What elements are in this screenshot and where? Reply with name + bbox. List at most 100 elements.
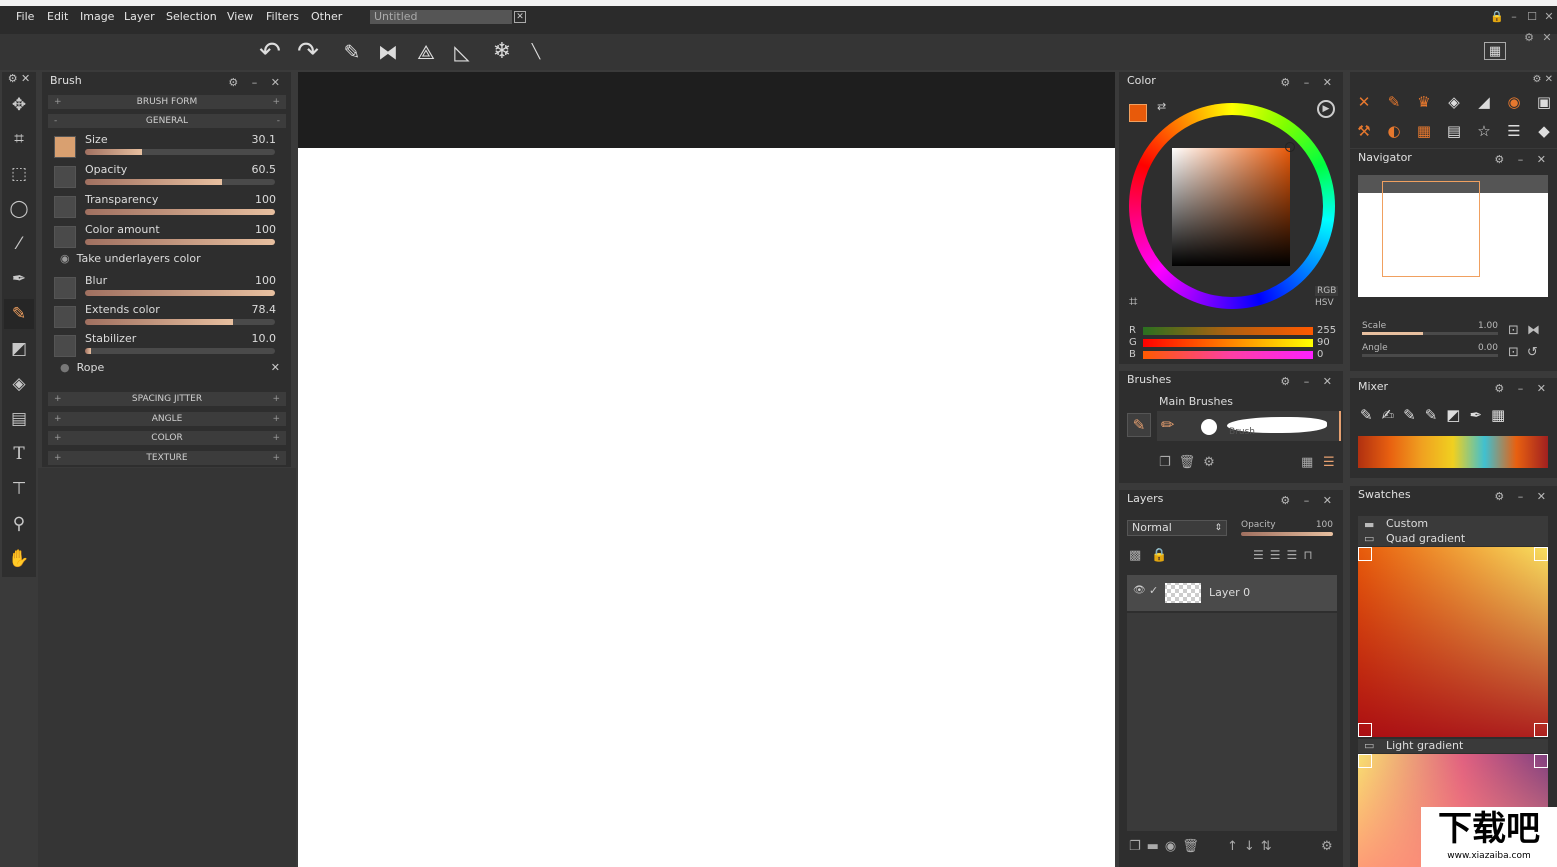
crown-icon[interactable]: ♛ bbox=[1412, 90, 1436, 114]
maximize-icon[interactable]: ☐ bbox=[1526, 11, 1538, 23]
menu-image[interactable]: Image bbox=[80, 10, 114, 23]
gradient-icon[interactable]: ◢ bbox=[1472, 90, 1496, 114]
lock-icon[interactable]: 🔒 bbox=[1490, 11, 1504, 23]
swatch-folder-custom[interactable]: Custom bbox=[1386, 517, 1428, 530]
section-general[interactable]: - GENERAL - bbox=[48, 114, 286, 128]
corner-swatch[interactable] bbox=[1534, 723, 1548, 737]
drawing-canvas[interactable] bbox=[298, 148, 1115, 867]
star-icon[interactable]: ☆ bbox=[1472, 119, 1496, 143]
mixer-tools-icon[interactable]: ✎✍✎✎◩✒▦ bbox=[1360, 406, 1514, 424]
scale-track[interactable] bbox=[1362, 332, 1498, 335]
section-brush-form[interactable]: + BRUSH FORM + bbox=[48, 95, 286, 109]
brush-settings-icon[interactable]: ✎ bbox=[1382, 90, 1406, 114]
menu-other[interactable]: Other bbox=[311, 10, 342, 23]
brush-icon[interactable]: ✎ bbox=[4, 299, 34, 329]
reset-rotate-icon[interactable]: ⊡↺ bbox=[1508, 345, 1546, 360]
menu-filters[interactable]: Filters bbox=[266, 10, 299, 23]
grid-view-icon[interactable]: ▦ bbox=[1301, 455, 1313, 470]
perspective-icon[interactable]: ⟁ bbox=[410, 36, 442, 68]
slider-track[interactable] bbox=[85, 348, 275, 354]
scale-slider[interactable]: Scale 1.00 bbox=[1362, 321, 1498, 335]
color-picker-cursor[interactable] bbox=[1285, 142, 1295, 152]
layer-opacity-slider[interactable]: Opacity 100 bbox=[1239, 520, 1335, 536]
mode-rgb[interactable]: RGB bbox=[1315, 286, 1339, 296]
opacity-track[interactable] bbox=[1241, 532, 1333, 536]
gpu-icon[interactable]: ▦ bbox=[1484, 42, 1506, 60]
mandala-icon[interactable]: ❄ bbox=[486, 36, 518, 68]
text-tool-icon[interactable]: T bbox=[4, 439, 34, 469]
swatch-grid-icon[interactable]: ▦ bbox=[1412, 119, 1436, 143]
redo-icon[interactable]: ↷ bbox=[292, 36, 324, 68]
layer-align-icon[interactable]: ☰☰☰⊓ bbox=[1253, 548, 1319, 562]
panel-controls-icon[interactable]: ⚙ – ✕ bbox=[1494, 488, 1551, 506]
close-icon[interactable]: ✕ bbox=[514, 11, 526, 23]
lock-icon[interactable]: 🔒 bbox=[1151, 548, 1167, 563]
corner-swatch[interactable] bbox=[1534, 754, 1548, 768]
list-view-icon[interactable]: ☰ bbox=[1323, 455, 1335, 470]
slider-opacity[interactable]: Opacity 60.5 bbox=[52, 162, 280, 188]
angle-track[interactable] bbox=[1362, 354, 1498, 357]
line-icon[interactable]: ╲ bbox=[520, 36, 552, 68]
section-spacing-jitter[interactable]: + SPACING JITTER + bbox=[48, 392, 286, 406]
corner-swatch[interactable] bbox=[1534, 547, 1548, 561]
panel-controls-icon[interactable]: ⚙ – ✕ bbox=[1494, 151, 1551, 169]
window-close-icon[interactable]: ✕ bbox=[1543, 11, 1555, 23]
palette-icon[interactable]: ◐ bbox=[1382, 119, 1406, 143]
mode-hsv[interactable]: HSV bbox=[1315, 298, 1334, 308]
layer-row[interactable]: 👁 ✓ Layer 0 bbox=[1127, 575, 1337, 611]
crop-tool-icon[interactable]: ⌗ bbox=[4, 124, 34, 154]
download-icon[interactable] bbox=[54, 136, 76, 158]
panel-controls-icon[interactable]: ⚙ ✕ bbox=[1532, 74, 1553, 85]
quad-gradient-swatches[interactable] bbox=[1358, 547, 1548, 737]
navigator-preview[interactable] bbox=[1358, 175, 1548, 297]
menu-file[interactable]: File bbox=[16, 10, 34, 23]
folder-icon[interactable]: ▬ bbox=[1364, 518, 1374, 531]
checkbox-icon[interactable] bbox=[54, 196, 76, 218]
layer-actions-icon[interactable]: ❐▬◉🗑 bbox=[1129, 839, 1205, 854]
brush-category-icon[interactable]: ✎ bbox=[1127, 413, 1151, 437]
magic-wand-icon[interactable]: ⁄ bbox=[4, 229, 34, 259]
menu-edit[interactable]: Edit bbox=[47, 10, 68, 23]
slider-transparency[interactable]: Transparency 100 bbox=[52, 192, 280, 218]
document-tab[interactable]: Untitled bbox=[370, 10, 512, 24]
paint-roller-icon[interactable]: ⊤ bbox=[4, 474, 34, 504]
blend-mode-select[interactable]: Normal ⇕ bbox=[1127, 520, 1227, 536]
section-color[interactable]: + COLOR + bbox=[48, 431, 286, 445]
slider-size[interactable]: Size 30.1 bbox=[52, 132, 280, 158]
navigator-viewport[interactable] bbox=[1382, 181, 1480, 277]
layer-stack-icon[interactable]: ◆ bbox=[1532, 119, 1556, 143]
ruler-icon[interactable]: ◺ bbox=[446, 36, 478, 68]
panel-controls-icon[interactable]: ⚙ – ✕ bbox=[1494, 380, 1551, 398]
take-underlayers-option[interactable]: ◉ Take underlayers color bbox=[60, 252, 201, 265]
slider-stabilizer[interactable]: Stabilizer 10.0 bbox=[52, 331, 280, 357]
swatch-folder-quad[interactable]: Quad gradient bbox=[1386, 532, 1465, 545]
move-layer-icon[interactable]: ↑↓⇅ bbox=[1227, 839, 1278, 854]
slider-track[interactable] bbox=[85, 149, 275, 155]
green-channel[interactable]: G 90 bbox=[1129, 337, 1330, 348]
slider-color-amount[interactable]: Color amount 100 bbox=[52, 222, 280, 248]
mixer-canvas[interactable] bbox=[1358, 436, 1548, 468]
move-tool-icon[interactable]: ✥ bbox=[4, 90, 34, 120]
corner-swatch[interactable] bbox=[1358, 547, 1372, 561]
notes-icon[interactable]: ▤ bbox=[1442, 119, 1466, 143]
gear-icon[interactable]: ⚙ bbox=[1523, 32, 1535, 44]
hand-icon[interactable]: ✋ bbox=[4, 544, 34, 574]
zoom-icon[interactable]: ⚲ bbox=[4, 509, 34, 539]
blue-channel[interactable]: B 0 bbox=[1129, 349, 1323, 360]
hammer-icon[interactable]: ⚒ bbox=[1352, 119, 1376, 143]
panel-controls-icon[interactable]: ⚙ – ✕ bbox=[1280, 74, 1337, 92]
checkbox-icon[interactable] bbox=[54, 306, 76, 328]
green-bar[interactable] bbox=[1143, 339, 1313, 347]
menu-view[interactable]: View bbox=[227, 10, 253, 23]
rect-select-icon[interactable]: ⬚ bbox=[4, 159, 34, 189]
minimize-icon[interactable]: – bbox=[1508, 11, 1520, 23]
eye-icon[interactable]: 👁 bbox=[1133, 585, 1146, 596]
panel-controls-icon[interactable]: ⚙ – ✕ bbox=[1280, 492, 1337, 510]
slider-blur[interactable]: Blur 100 bbox=[52, 273, 280, 299]
saturation-value-square[interactable] bbox=[1172, 148, 1290, 266]
list-icon[interactable]: ☰ bbox=[1502, 119, 1526, 143]
menu-selection[interactable]: Selection bbox=[166, 10, 217, 23]
slider-track[interactable] bbox=[85, 239, 275, 245]
angle-slider[interactable]: Angle 0.00 bbox=[1362, 343, 1498, 357]
play-icon[interactable]: ▶ bbox=[1317, 100, 1335, 118]
